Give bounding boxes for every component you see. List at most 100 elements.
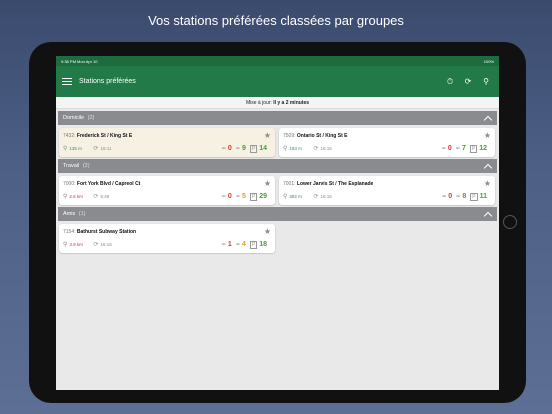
favorite-star-icon[interactable]: ★ [264,179,271,188]
station-title: 7000: Fort York Blvd / Capreol Ct [63,179,271,189]
availability-counts: ⚮ 0 ⚮ 9 P 14 [221,144,269,153]
available-bikes-count: 4 [241,241,246,248]
group-header[interactable]: Amis (1) [58,207,497,221]
available-docks-count: 12 [479,145,487,152]
station-name: Bathurst Subway Station [76,229,137,235]
station-card[interactable]: 7509: Ontario St / King St E ★ ⚲ 183 m ⟳ 16:1… [279,128,495,157]
sync-icon: ⟳ [93,242,99,248]
timer-icon[interactable]: ⏱ [443,77,457,87]
availability-counts: ⚮ 0 ⚮ 5 P 29 [221,192,269,201]
collapse-chevron-icon[interactable] [484,114,492,122]
broken-bike-icon: ⚮ [221,193,226,200]
broken-bikes-count: 0 [227,145,232,152]
station-details: ⚲ 2.6 km ⟳ 6:49 ⚮ 0 ⚮ 5 P 29 [63,191,271,202]
broken-bikes-count: 0 [448,193,453,200]
location-pin-icon: ⚲ [283,194,288,200]
bike-icon: ⚮ [456,193,461,200]
favorite-star-icon[interactable]: ★ [484,131,491,140]
collapse-chevron-icon[interactable] [484,162,492,170]
app-bar: Stations préférées ⏱ ⟳ ⚲ [56,66,499,97]
status-time: 9:38 PM Mon Apr 10 [61,58,98,64]
broken-bike-icon: ⚮ [442,193,447,200]
favorite-star-icon[interactable]: ★ [264,131,271,140]
sync-icon: ⟳ [313,146,319,152]
home-button[interactable] [503,215,517,229]
group-title: Domicile (2) [63,115,94,121]
station-details: ⚲ 3.9 km ⟳ 16:16 ⚮ 1 ⚮ 4 P 18 [63,239,271,250]
available-bikes-count: 8 [462,193,467,200]
bike-icon: ⚮ [455,145,460,152]
station-name: Frederick St / King St E [76,133,133,139]
station-card[interactable]: 7154: Bathurst Subway Station ★ ⚲ 3.9 km ⟳ 16… [59,224,275,253]
station-name: Ontario St / King St E [296,133,348,139]
status-bar: 9:38 PM Mon Apr 10 100% [56,56,499,66]
group-title: Amis (1) [63,211,85,217]
group-header[interactable]: Travail (2) [58,159,497,173]
sync-icon: ⟳ [313,194,319,200]
station-distance: 135 m [69,146,82,151]
dock-icon: P [249,240,258,249]
station-details: ⚲ 382 m ⟳ 16:16 ⚮ 0 ⚮ 8 P 11 [283,191,491,202]
marketing-headline: Vos stations préférées classées par grou… [148,13,404,28]
update-status: Mise à jour: Il y a 2 minutes [56,97,499,109]
available-docks-count: 11 [479,193,487,200]
availability-counts: ⚮ 0 ⚮ 8 P 11 [442,192,489,201]
update-label: Mise à jour: [245,100,272,106]
broken-bike-icon: ⚮ [221,145,226,152]
group-name: Travail [63,163,80,169]
station-card[interactable]: 7000: Fort York Blvd / Capreol Ct ★ ⚲ 2.6 k… [59,176,275,205]
station-code: 7509: [283,133,297,139]
station-card[interactable]: 7432: Frederick St / King St E ★ ⚲ 135 m ⟳ 16… [59,128,275,157]
available-bikes-count: 7 [461,145,466,152]
refresh-icon[interactable]: ⟳ [461,77,475,86]
collapse-chevron-icon[interactable] [484,210,492,218]
station-updated-time: 16:16 [320,146,332,151]
location-pin-icon: ⚲ [63,146,68,152]
location-pin-icon: ⚲ [63,194,68,200]
station-name: Fort York Blvd / Capreol Ct [76,181,141,187]
favorite-star-icon[interactable]: ★ [484,179,491,188]
station-updated-time: 16:16 [320,194,332,199]
location-pin-icon: ⚲ [283,146,288,152]
station-title: 7001: Lower Jarvis St / The Esplanade [283,179,491,189]
battery-level: 100% [483,58,494,64]
broken-bike-icon: ⚮ [221,241,226,248]
dock-icon: P [469,144,478,153]
station-details: ⚲ 183 m ⟳ 16:16 ⚮ 0 ⚮ 7 P 12 [283,143,491,154]
station-code: 7000: [63,181,77,187]
menu-icon[interactable] [62,77,72,86]
bike-icon: ⚮ [235,241,240,248]
station-code: 7001: [283,181,297,187]
dock-icon: P [249,192,258,201]
available-bikes-count: 5 [241,193,246,200]
sync-icon: ⟳ [93,194,99,200]
available-docks-count: 18 [259,241,267,248]
station-cards: 7154: Bathurst Subway Station ★ ⚲ 3.9 km ⟳ 16… [56,221,499,253]
group-name: Amis [63,211,76,217]
group-count: (2) [86,115,95,121]
availability-counts: ⚮ 1 ⚮ 4 P 18 [221,240,269,249]
station-card[interactable]: 7001: Lower Jarvis St / The Esplanade ★ ⚲ 3… [279,176,495,205]
station-cards: 7000: Fort York Blvd / Capreol Ct ★ ⚲ 2.6 k… [56,173,499,205]
available-docks-count: 14 [259,145,267,152]
broken-bikes-count: 0 [447,145,452,152]
station-distance: 382 m [289,194,302,199]
group-header[interactable]: Domicile (2) [58,111,497,125]
page-title: Stations préférées [79,78,136,85]
group-count: (2) [81,163,90,169]
station-name: Lower Jarvis St / The Esplanade [296,181,374,187]
available-docks-count: 29 [259,193,267,200]
station-title: 7509: Ontario St / King St E [283,131,491,141]
broken-bikes-count: 0 [227,193,232,200]
station-cards: 7432: Frederick St / King St E ★ ⚲ 135 m ⟳ 16… [56,125,499,157]
station-updated-time: 16:16 [100,242,112,247]
search-icon[interactable]: ⚲ [479,77,493,86]
station-distance: 2.6 km [69,194,83,199]
groups-list: Domicile (2) 7432: Frederick St / King St… [56,111,499,253]
station-updated-time: 16:11 [100,146,112,151]
favorite-star-icon[interactable]: ★ [264,227,271,236]
dock-icon: P [470,192,478,201]
dock-icon: P [249,144,258,153]
location-pin-icon: ⚲ [63,242,68,248]
broken-bike-icon: ⚮ [441,145,446,152]
